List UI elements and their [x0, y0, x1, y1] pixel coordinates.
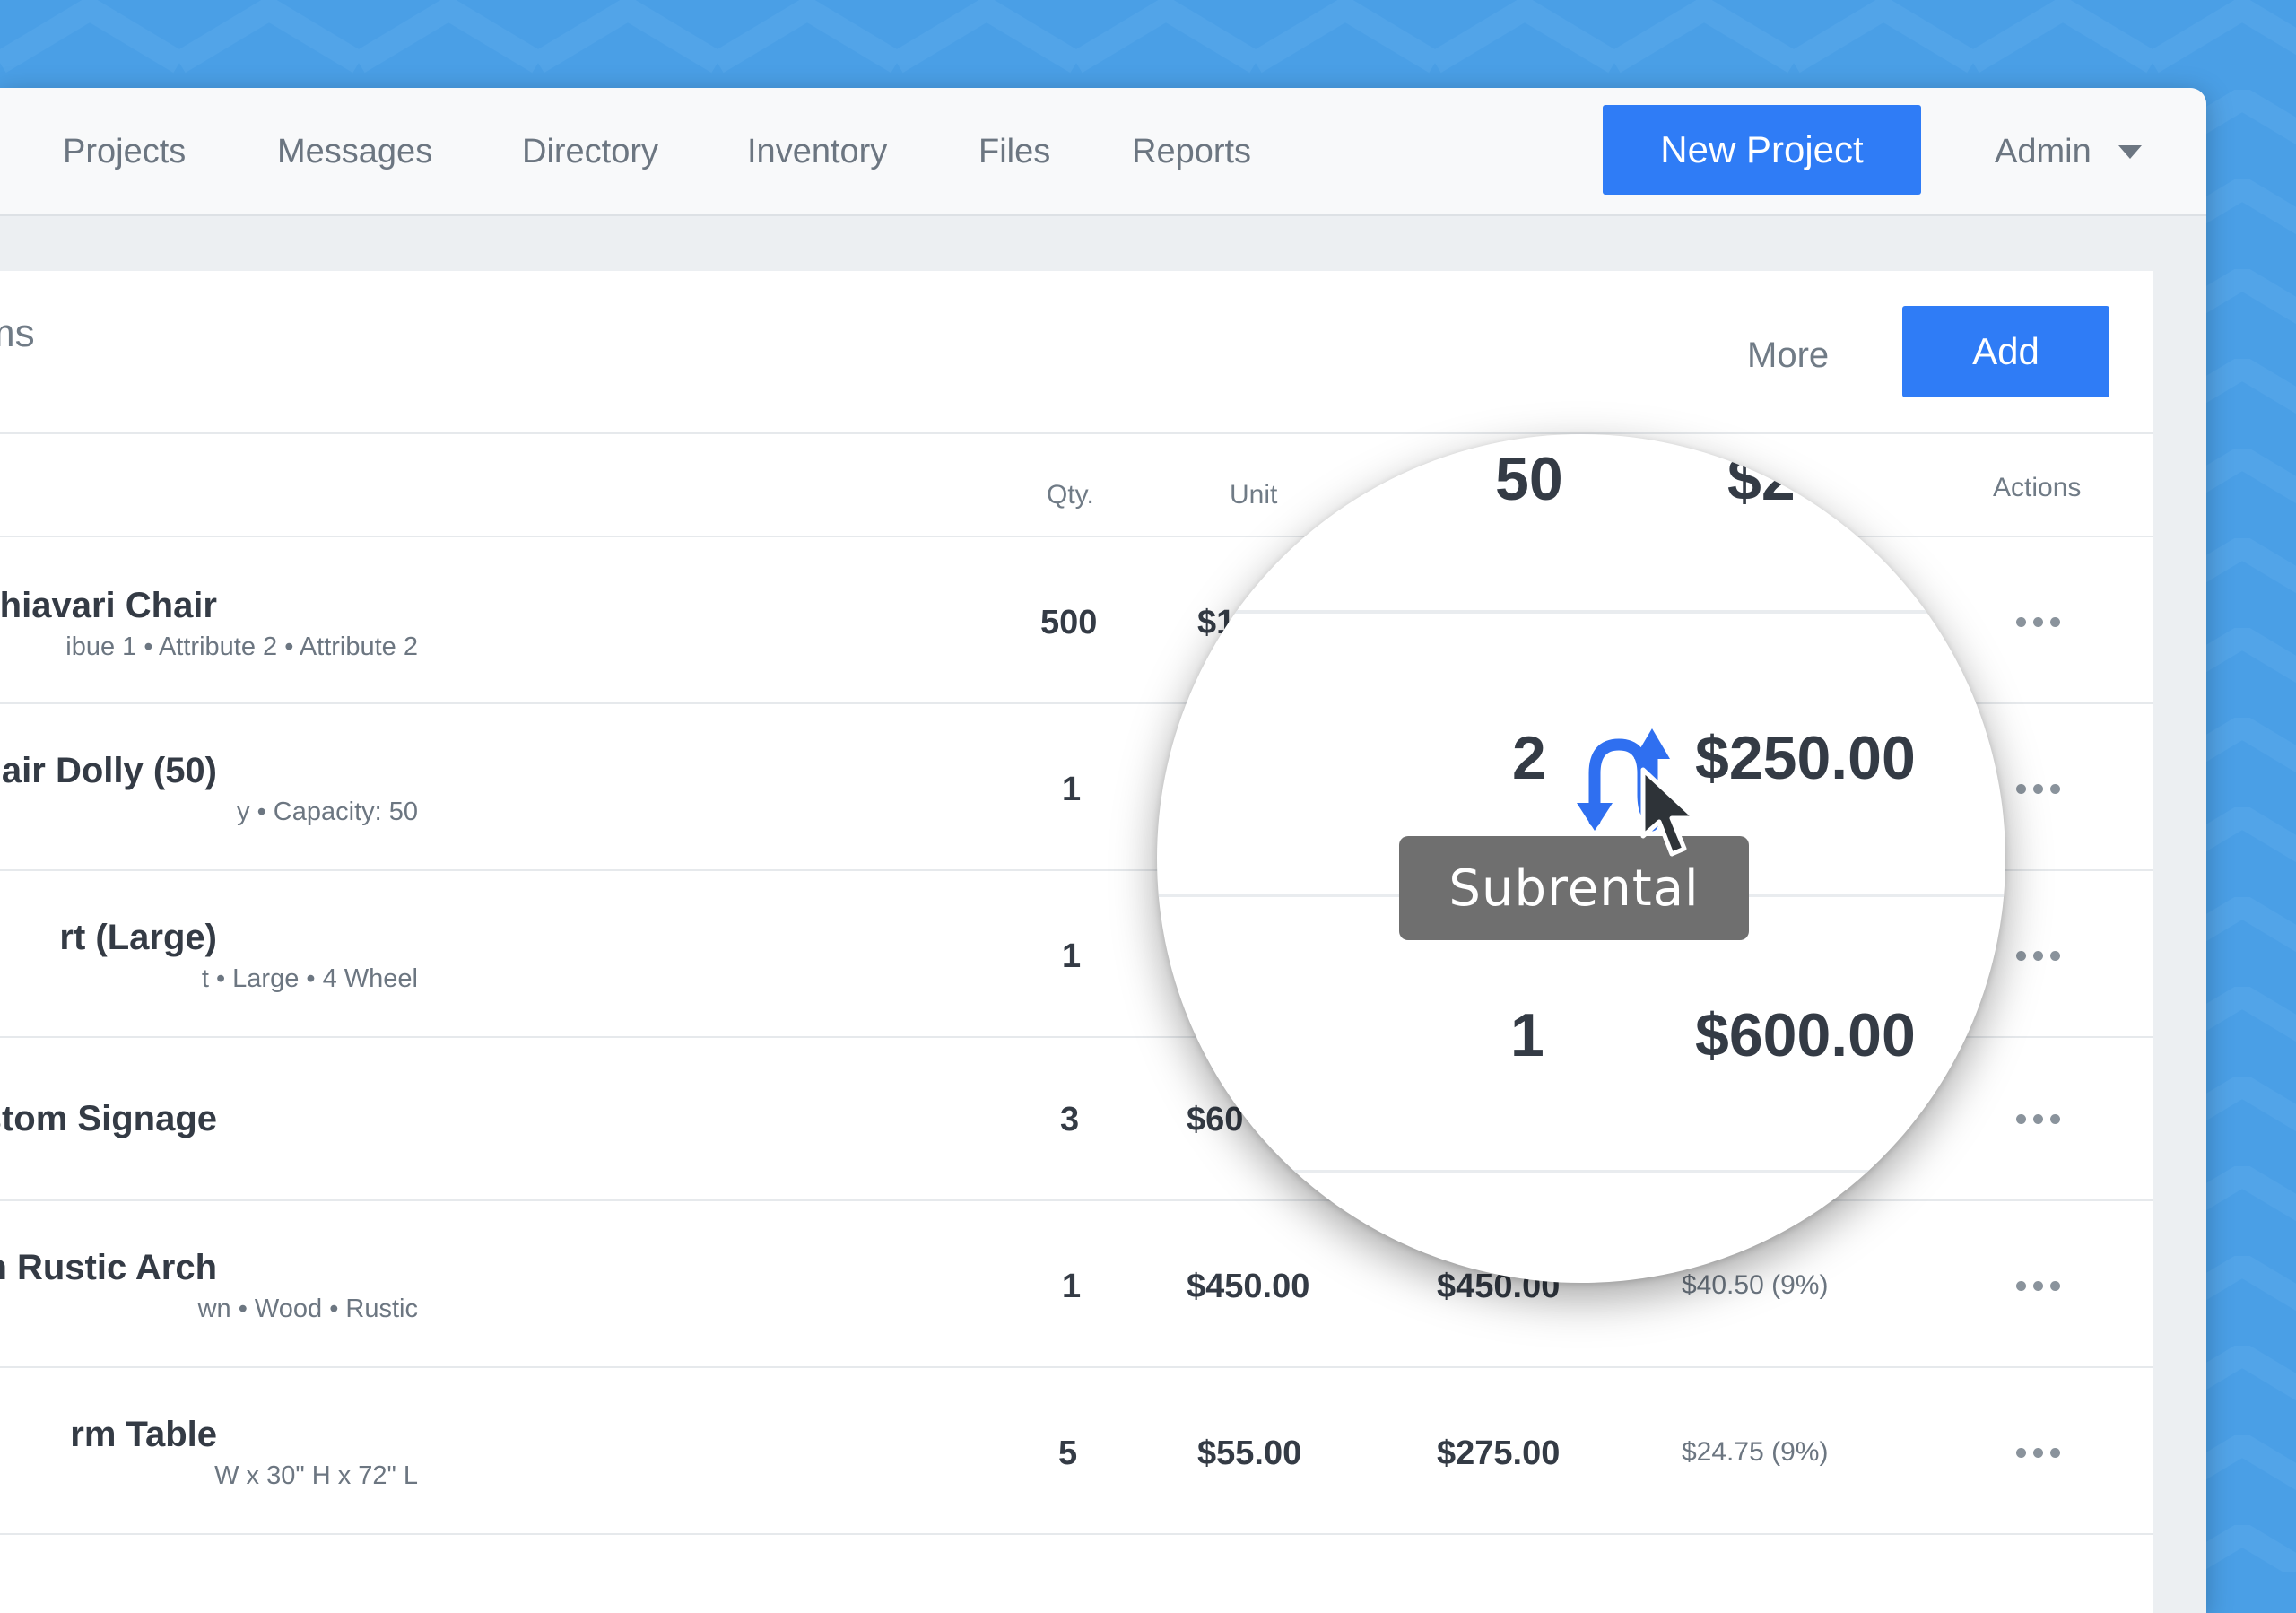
item-attributes: y • Capacity: 50: [237, 798, 418, 826]
panel-title: ms: [0, 311, 35, 355]
more-dots-icon[interactable]: [2016, 1448, 2061, 1459]
cell-qty: 1: [1062, 937, 1082, 975]
mag-row-price: $250.00: [1695, 724, 1916, 792]
item-name[interactable]: stom Signage: [0, 1097, 217, 1140]
nav-projects[interactable]: Projects: [63, 131, 186, 172]
admin-menu[interactable]: Admin: [1995, 131, 2092, 172]
more-dots-icon[interactable]: [2016, 784, 2061, 795]
cell-unit: $60: [1187, 1101, 1244, 1138]
item-name[interactable]: rt (Large): [59, 916, 217, 959]
column-header-actions: Actions: [1993, 473, 2082, 502]
divider: [1157, 610, 2005, 614]
mag-top-price: $2: [1727, 445, 1796, 513]
item-attributes: W x 30" H x 72" L: [214, 1461, 418, 1490]
cell-unit: $450.00: [1187, 1268, 1310, 1305]
mag-row-qty: 1: [1510, 1001, 1544, 1069]
more-dots-icon[interactable]: [2016, 1281, 2061, 1292]
more-dots-icon[interactable]: [2016, 1114, 2061, 1125]
column-header-qty: Qty.: [1047, 480, 1094, 510]
mag-row-qty: 2: [1512, 724, 1546, 792]
nav-directory[interactable]: Directory: [522, 131, 658, 172]
item-name[interactable]: air Dolly (50): [2, 749, 217, 792]
top-navigation: Projects Messages Directory Inventory Fi…: [0, 88, 2206, 216]
item-attributes: ibue 1 • Attribute 2 • Attribute 2: [65, 632, 418, 661]
cell-qty: 1: [1062, 771, 1082, 808]
item-attributes: t • Large • 4 Wheel: [201, 964, 418, 993]
mag-top-qty: 50: [1495, 445, 1563, 513]
caret-down-icon[interactable]: [2118, 145, 2142, 159]
column-header-unit: Unit: [1230, 480, 1278, 510]
magnifier-lens: 50 $2 2 $250.00 Subrental 1 $600.00: [1157, 434, 2005, 1283]
item-name[interactable]: oden Rustic Arch: [0, 1246, 217, 1289]
divider: [0, 1533, 2152, 1535]
table-row[interactable]: oden Rustic Arch wn • Wood • Rustic 1 $4…: [0, 1201, 2152, 1366]
cell-qty: 500: [1040, 604, 1098, 641]
new-project-button[interactable]: New Project: [1603, 105, 1921, 195]
more-button[interactable]: More: [1747, 334, 1829, 377]
cell-qty: 1: [1062, 1268, 1082, 1305]
nav-inventory[interactable]: Inventory: [747, 131, 887, 172]
more-dots-icon[interactable]: [2016, 951, 2061, 962]
cursor-arrow-icon: [1640, 767, 1698, 857]
item-name[interactable]: ite Chiavari Chair: [0, 584, 217, 627]
divider: [0, 432, 2152, 434]
mag-row-price: $600.00: [1695, 1001, 1916, 1069]
cell-unit: $55.00: [1197, 1434, 1302, 1472]
add-button[interactable]: Add: [1902, 306, 2109, 397]
nav-files[interactable]: Files: [978, 131, 1050, 172]
cell-total: $275.00: [1437, 1434, 1561, 1472]
cell-tax: $40.50 (9%): [1682, 1270, 1829, 1300]
cell-qty: 3: [1060, 1101, 1080, 1138]
nav-reports[interactable]: Reports: [1132, 131, 1251, 172]
divider: [1157, 1170, 2005, 1173]
nav-messages[interactable]: Messages: [277, 131, 432, 172]
item-attributes: wn • Wood • Rustic: [197, 1295, 418, 1323]
table-row[interactable]: rm Table W x 30" H x 72" L 5 $55.00 $275…: [0, 1368, 2152, 1533]
item-name[interactable]: rm Table: [70, 1413, 217, 1456]
cell-qty: 5: [1058, 1434, 1078, 1472]
cell-tax: $24.75 (9%): [1682, 1437, 1829, 1467]
more-dots-icon[interactable]: [2016, 617, 2061, 628]
